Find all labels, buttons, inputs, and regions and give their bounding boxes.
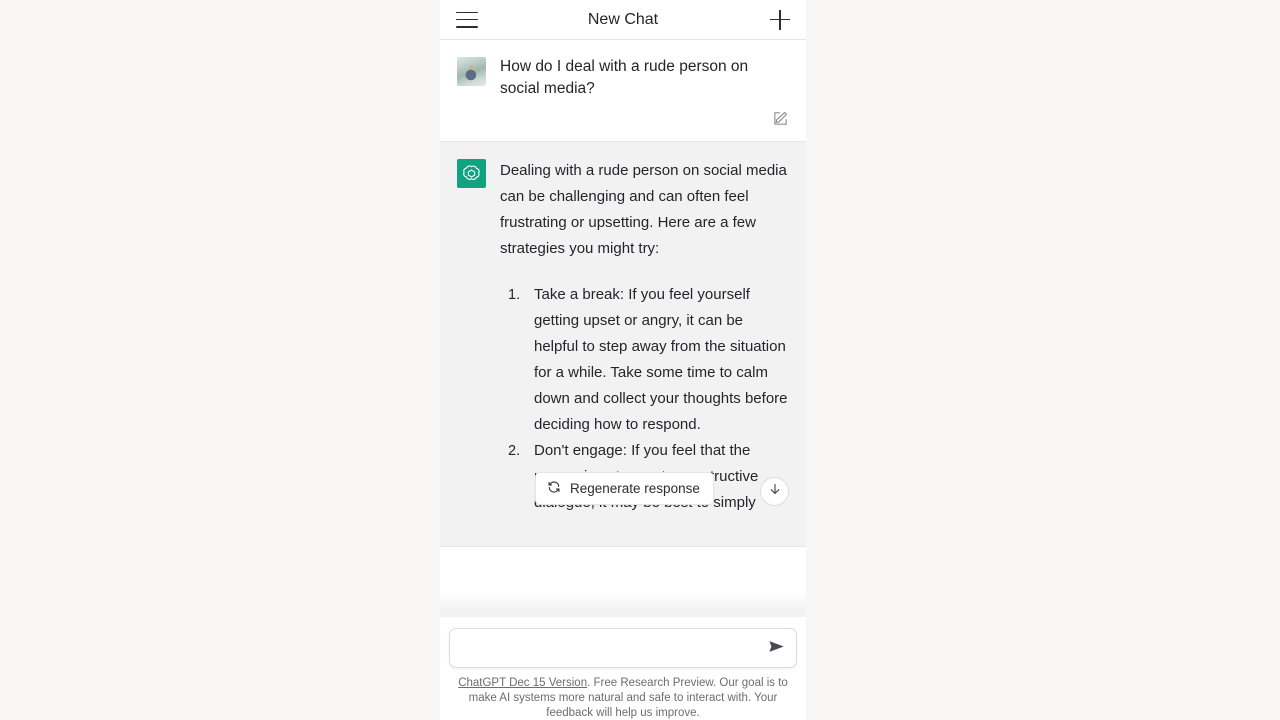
phone-viewport: New Chat How do I deal with a rude perso… — [440, 0, 806, 720]
composer-area: ChatGPT Dec 15 Version. Free Research Pr… — [440, 617, 806, 720]
page-title: New Chat — [587, 10, 659, 28]
assistant-message-intro: Dealing with a rude person on social med… — [500, 162, 787, 257]
hamburger-line — [456, 25, 478, 28]
list-item: Take a break: If you feel yourself getti… — [508, 282, 788, 433]
user-message-body: How do I deal with a rude person on soci… — [500, 56, 789, 127]
scroll-to-bottom-button[interactable] — [760, 477, 789, 506]
user-message-actions — [500, 110, 789, 127]
version-link[interactable]: ChatGPT Dec 15 Version — [458, 677, 587, 689]
regenerate-response-label: Regenerate response — [570, 481, 700, 496]
edit-pencil-square-icon[interactable] — [772, 110, 789, 127]
hamburger-line — [456, 18, 478, 21]
avatar — [457, 57, 486, 86]
new-chat-plus-icon[interactable] — [770, 9, 790, 30]
hamburger-menu-icon[interactable] — [456, 11, 478, 28]
message-input[interactable] — [462, 629, 756, 667]
user-message: How do I deal with a rude person on soci… — [440, 40, 806, 141]
hamburger-line — [456, 11, 478, 14]
chat-header: New Chat — [440, 0, 806, 40]
regenerate-response-button[interactable]: Regenerate response — [535, 472, 714, 505]
send-button[interactable] — [765, 637, 787, 659]
footer-disclaimer: ChatGPT Dec 15 Version. Free Research Pr… — [449, 676, 797, 720]
message-list[interactable]: How do I deal with a rude person on soci… — [440, 40, 806, 617]
composer-box[interactable] — [449, 628, 797, 668]
arrow-down-icon — [768, 482, 782, 501]
content-fade-overlay — [440, 591, 806, 617]
openai-logo-icon — [457, 159, 486, 188]
send-paper-plane-icon — [767, 637, 786, 659]
assistant-message-body: Dealing with a rude person on social med… — [500, 158, 789, 516]
user-message-text: How do I deal with a rude person on soci… — [500, 58, 749, 97]
refresh-loop-icon — [547, 480, 561, 497]
